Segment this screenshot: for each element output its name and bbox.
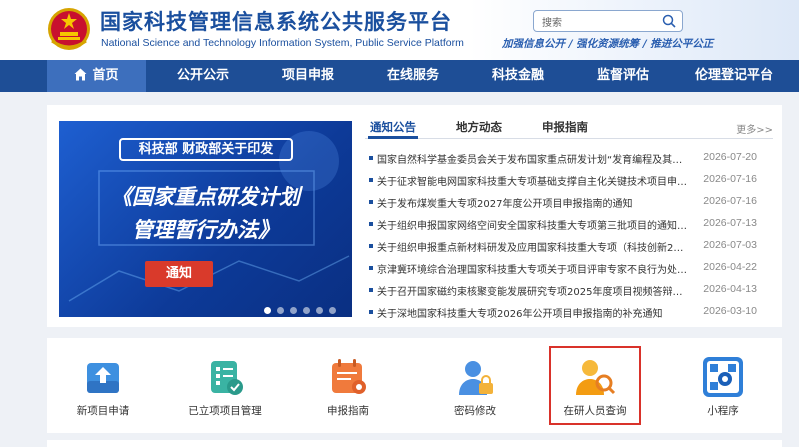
quick-label: 在研人员查询 xyxy=(563,405,627,417)
banner-headline-2: 管理暂行办法》 xyxy=(132,218,279,242)
tab-guidelines[interactable]: 申报指南 xyxy=(542,119,588,135)
bullet-icon xyxy=(369,266,373,270)
search-input[interactable] xyxy=(534,13,654,34)
news-date: 2026-07-13 xyxy=(703,217,757,229)
tab-notices[interactable]: 通知公告 xyxy=(370,119,416,135)
news-title: 关于组织申报国家网络空间安全国家科技重大专项第三批项目的通知（... xyxy=(377,221,689,232)
news-tabs: 通知公告 地方动态 申报指南 更多>> xyxy=(365,117,773,139)
news-date: 2026-07-16 xyxy=(703,173,757,185)
bullet-icon xyxy=(369,222,373,226)
news-item[interactable]: 国家自然科学基金委员会关于发布国家重点研发计划“发育编程及其代谢... 2026… xyxy=(365,149,775,169)
quick-new-application[interactable]: 新项目申请 xyxy=(53,338,153,433)
main-nav: 首页 公开公示 项目申报 在线服务 科技金融 监督评估 伦理登记平台 xyxy=(0,60,799,92)
carousel-dot[interactable] xyxy=(264,307,271,314)
upload-tray-icon xyxy=(87,363,119,393)
calendar-icon xyxy=(332,359,366,394)
banner-carousel[interactable]: 科技部 财政部关于印发 《国家重点研发计划 管理暂行办法》 通知 xyxy=(59,121,352,317)
quick-label: 小程序 xyxy=(707,405,739,417)
nav-public-notice[interactable]: 公开公示 xyxy=(160,60,246,92)
nav-ethics-platform[interactable]: 伦理登记平台 xyxy=(684,60,784,92)
quick-links-panel: 新项目申请 已立项项目管理 申报指南 密码修改 在研人员查询 小程序 xyxy=(47,338,782,433)
search-box xyxy=(533,10,683,34)
news-item[interactable]: 关于发布煤炭重大专项2027年度公开项目申报指南的通知 2026-07-16 xyxy=(365,193,775,213)
bullet-icon xyxy=(369,288,373,292)
home-icon xyxy=(74,68,87,81)
banner-tag: 通知 xyxy=(145,261,213,287)
user-search-icon xyxy=(576,360,616,395)
news-date: 2026-04-22 xyxy=(703,261,757,273)
banner-top-text: 科技部 财政部关于印发 xyxy=(119,138,293,161)
carousel-dot[interactable] xyxy=(316,307,323,314)
nav-supervision[interactable]: 监督评估 xyxy=(580,60,666,92)
user-lock-icon xyxy=(459,361,493,395)
news-date: 2026-07-16 xyxy=(703,195,757,207)
news-date: 2026-03-10 xyxy=(703,305,757,317)
nav-tech-finance[interactable]: 科技金融 xyxy=(475,60,561,92)
news-item[interactable]: 关于征求智能电网国家科技重大专项基础支撑自主化关键技术项目申报... 2026-… xyxy=(365,171,775,191)
quick-project-management[interactable]: 已立项项目管理 xyxy=(175,338,275,433)
quick-researcher-search[interactable]: 在研人员查询 xyxy=(549,346,641,425)
search-icon[interactable] xyxy=(662,14,676,28)
tab-local-news[interactable]: 地方动态 xyxy=(456,119,502,135)
news-title: 关于深地国家科技重大专项2026年公开项目申报指南的补充通知 xyxy=(377,309,663,320)
qr-code-icon xyxy=(703,357,743,397)
bullet-icon xyxy=(369,156,373,160)
nav-home-label: 首页 xyxy=(92,68,119,83)
banner-headline-1: 《国家重点研发计划 xyxy=(111,185,300,209)
news-item[interactable]: 关于组织申报重点新材料研发及应用国家科技重大专项（科技创新2030... 202… xyxy=(365,237,775,257)
checklist-icon xyxy=(211,361,243,395)
nav-online-service[interactable]: 在线服务 xyxy=(370,60,456,92)
carousel-dot[interactable] xyxy=(277,307,284,314)
bullet-icon xyxy=(369,200,373,204)
site-subtitle: National Science and Technology Informat… xyxy=(101,37,464,49)
bullet-icon xyxy=(369,178,373,182)
quick-label: 新项目申请 xyxy=(76,405,130,417)
news-item[interactable]: 关于召开国家磁约束核聚变能发展研究专项2025年度项目视频答辩评审... 202… xyxy=(365,281,775,301)
site-title: 国家科技管理信息系统公共服务平台 xyxy=(100,10,452,34)
quick-label: 已立项项目管理 xyxy=(188,405,262,417)
news-date: 2026-04-13 xyxy=(703,283,757,295)
news-title: 关于组织申报重点新材料研发及应用国家科技重大专项（科技创新2030... xyxy=(377,243,689,254)
news-item[interactable]: 关于深地国家科技重大专项2026年公开项目申报指南的补充通知 2026-03-1… xyxy=(365,303,775,323)
news-title: 国家自然科学基金委员会关于发布国家重点研发计划“发育编程及其代谢... xyxy=(377,155,689,166)
news-title: 关于征求智能电网国家科技重大专项基础支撑自主化关键技术项目申报... xyxy=(377,177,689,188)
quick-label: 申报指南 xyxy=(327,405,369,417)
site-header: 国家科技管理信息系统公共服务平台 National Science and Te… xyxy=(0,0,799,60)
quick-label: 密码修改 xyxy=(454,405,496,417)
news-date: 2026-07-03 xyxy=(703,239,757,251)
site-slogan: 加强信息公开 / 强化资源统筹 / 推进公平公正 xyxy=(502,38,714,50)
news-title: 关于召开国家磁约束核聚变能发展研究专项2025年度项目视频答辩评审... xyxy=(377,287,689,298)
quick-mini-program[interactable]: 小程序 xyxy=(673,338,773,433)
news-date: 2026-07-20 xyxy=(703,151,757,163)
national-emblem-icon xyxy=(48,8,90,50)
more-link[interactable]: 更多>> xyxy=(736,121,773,136)
news-title: 关于发布煤炭重大专项2027年度公开项目申报指南的通知 xyxy=(377,199,633,210)
carousel-dot[interactable] xyxy=(329,307,336,314)
carousel-dot[interactable] xyxy=(290,307,297,314)
bullet-icon xyxy=(369,244,373,248)
news-item[interactable]: 关于组织申报国家网络空间安全国家科技重大专项第三批项目的通知（... 2026-… xyxy=(365,215,775,235)
quick-guidelines[interactable]: 申报指南 xyxy=(298,338,398,433)
news-panel: 科技部 财政部关于印发 《国家重点研发计划 管理暂行办法》 通知 通知公告 地方… xyxy=(47,105,782,327)
nav-project-application[interactable]: 项目申报 xyxy=(265,60,351,92)
nav-home[interactable]: 首页 xyxy=(47,60,146,92)
carousel-dot[interactable] xyxy=(303,307,310,314)
next-section-edge xyxy=(47,440,782,447)
quick-password-change[interactable]: 密码修改 xyxy=(425,338,525,433)
active-tab-indicator xyxy=(368,136,418,139)
bullet-icon xyxy=(369,310,373,314)
news-item[interactable]: 京津冀环境综合治理国家科技重大专项关于项目评审专家不良行为处理... 2026-… xyxy=(365,259,775,279)
news-title: 京津冀环境综合治理国家科技重大专项关于项目评审专家不良行为处理... xyxy=(377,265,689,276)
